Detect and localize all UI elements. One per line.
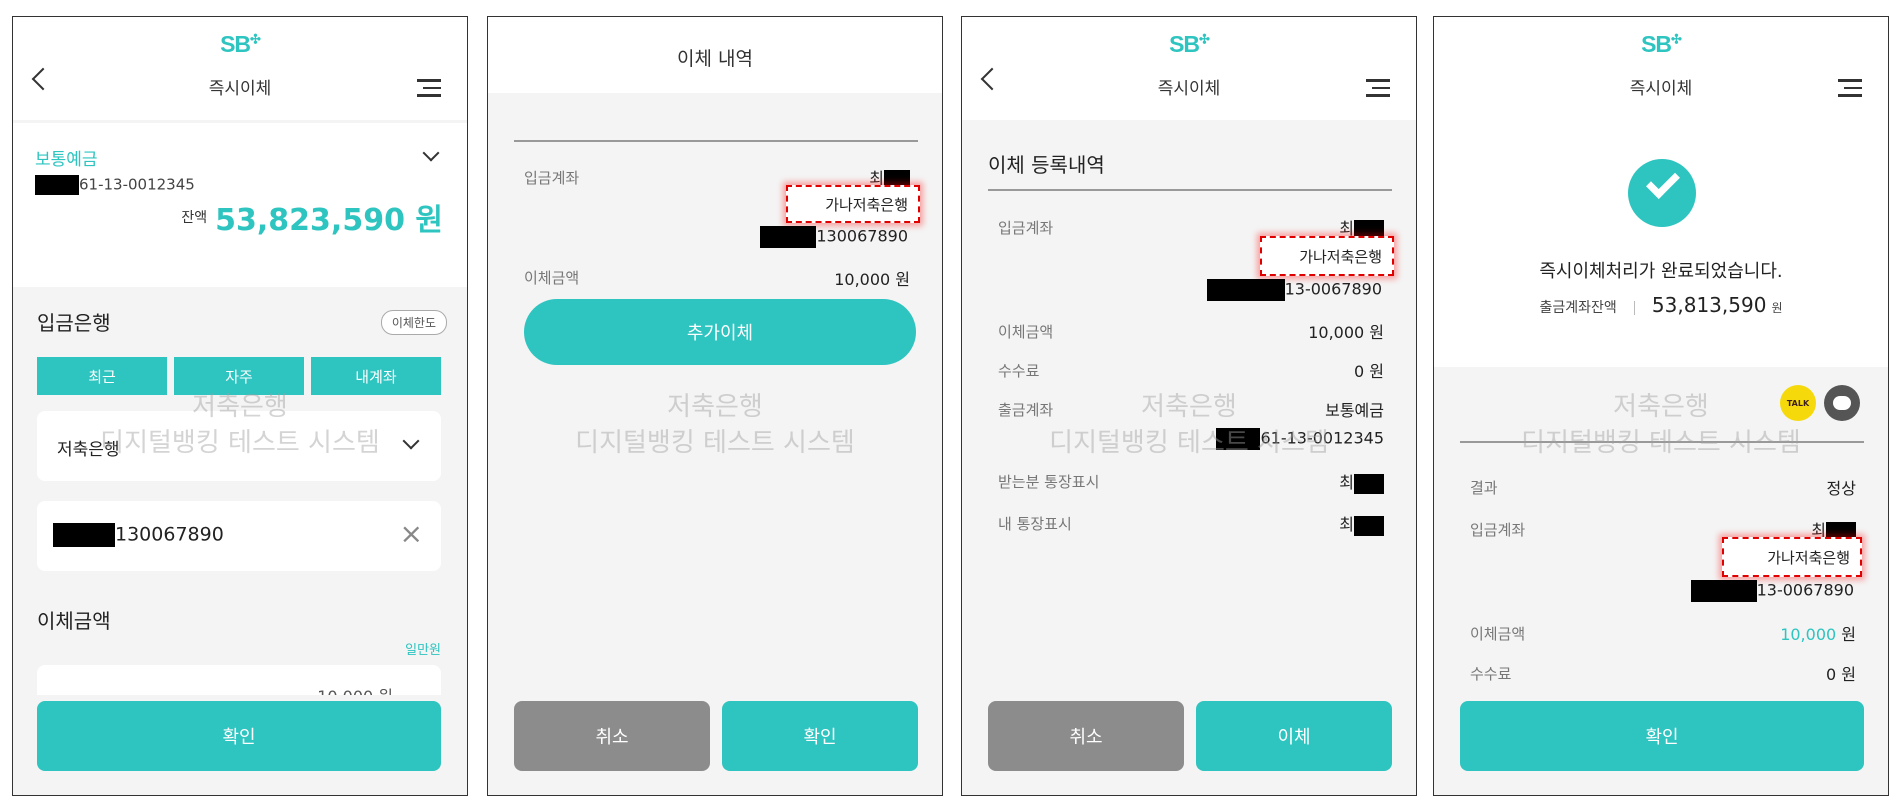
redacted-block — [760, 226, 817, 248]
watermark: 저축은행 디지털뱅킹 테스트 시스템 — [1521, 392, 1801, 458]
transfer-button[interactable]: 이체 — [1196, 701, 1392, 771]
amount-label: 이체금액 — [998, 323, 1054, 341]
watermark: 저축은행 디지털뱅킹 테스트 시스템 — [575, 392, 855, 458]
page-title: 즉시이체 — [1157, 79, 1221, 99]
hamburger-menu-icon[interactable] — [417, 79, 441, 102]
clear-close-icon[interactable]: × — [400, 517, 423, 550]
brand-logo: SB✣ — [220, 31, 261, 57]
tab-my-accounts[interactable]: 내계좌 — [311, 357, 441, 395]
divider — [1460, 441, 1864, 443]
completion-panel: SB✣ 즉시이체 즉시이체처리가 완료되었습니다. 출금계좌잔액 53,813,… — [1434, 17, 1888, 367]
withdraw-account-type: 보통예금 — [1325, 401, 1384, 420]
highlighted-bank-name: 가나저축은행 — [786, 185, 920, 223]
account-input[interactable]: 130067890 × — [37, 501, 441, 571]
tab-recent[interactable]: 최근 — [37, 357, 167, 395]
highlighted-bank-name: 가나저축은행 — [1722, 537, 1862, 577]
redacted-block — [53, 523, 115, 547]
hamburger-menu-icon[interactable] — [1366, 79, 1390, 102]
redacted-block — [1354, 473, 1384, 494]
divider — [514, 140, 918, 142]
page-title: 즉시이체 — [208, 79, 272, 99]
deposit-account-number: 13-0067890 — [1690, 580, 1854, 602]
redacted-block — [1354, 515, 1384, 536]
screen-transfer-complete: SB✣ 즉시이체 즉시이체처리가 완료되었습니다. 출금계좌잔액 53,813,… — [1433, 16, 1889, 796]
redacted-block — [1216, 428, 1261, 450]
my-memo-value: 최 — [1339, 511, 1384, 536]
balance: 잔액 53,823,590 원 — [181, 195, 443, 239]
account-summary: 보통예금 61-13-0012345 잔액 53,823,590 원 — [13, 123, 467, 287]
recipient-memo-value: 최 — [1339, 469, 1384, 494]
amount-value: 10,000 원 — [834, 270, 910, 289]
screen-transfer-input: SB✣ 즉시이체 보통예금 61-13-0012345 잔액 53,823,59… — [12, 16, 468, 796]
screen-transfer-list: 이체 내역 입금계좌 최 가나저축은행 130067890 이체금액 10,00… — [487, 16, 943, 796]
deposit-account-label: 입금계좌 — [1470, 521, 1526, 539]
page-title: 이체 내역 — [677, 48, 753, 70]
confirm-button[interactable]: 확인 — [1460, 701, 1864, 771]
amount-partial: 10,000 원 — [317, 683, 393, 695]
brand-logo: SB✣ — [1641, 31, 1682, 57]
confirm-button[interactable]: 확인 — [722, 701, 918, 771]
fee-label: 수수료 — [1470, 665, 1512, 683]
chevron-down-icon — [402, 432, 420, 450]
amount-label: 이체금액 — [37, 609, 111, 633]
account-number: 61-13-0012345 — [35, 175, 195, 195]
result-value: 정상 — [1826, 479, 1856, 498]
hamburger-menu-icon[interactable] — [1838, 79, 1862, 102]
header: SB✣ 즉시이체 — [962, 17, 1416, 120]
amount-value: 10,000 원 — [1308, 323, 1384, 342]
brand-logo: SB✣ — [1169, 31, 1210, 57]
kakao-talk-icon[interactable]: TALK — [1780, 385, 1816, 421]
bank-select[interactable]: 저축은행 — [37, 411, 441, 481]
add-transfer-button[interactable]: 추가이체 — [524, 299, 916, 365]
account-input-value: 130067890 — [53, 523, 224, 547]
cancel-button[interactable]: 취소 — [988, 701, 1184, 771]
chevron-down-icon[interactable] — [422, 144, 440, 162]
deposit-account-number: 130067890 — [760, 226, 908, 248]
my-memo-label: 내 통장표시 — [998, 515, 1072, 533]
redacted-block — [1690, 580, 1757, 602]
amount-input[interactable]: 10,000 원 — [37, 665, 441, 695]
fee-value: 0 원 — [1354, 362, 1384, 381]
withdraw-balance: 출금계좌잔액 53,813,590 원 — [1539, 293, 1783, 317]
confirm-button[interactable]: 확인 — [37, 701, 441, 771]
header: 이체 내역 — [488, 17, 942, 93]
deposit-account-label: 입금계좌 — [998, 219, 1054, 237]
amount-label: 이체금액 — [1470, 625, 1526, 643]
page-title: 즉시이체 — [1629, 79, 1693, 99]
fee-value: 0 원 — [1826, 665, 1856, 684]
result-label: 결과 — [1470, 479, 1498, 497]
amount-unit: 일만원 — [405, 643, 441, 658]
highlighted-bank-name: 가나저축은행 — [1260, 236, 1394, 276]
recipient-memo-label: 받는분 통장표시 — [998, 473, 1100, 491]
withdraw-account-number: 61-13-0012345 — [1216, 428, 1384, 450]
withdraw-account-label: 출금계좌 — [998, 401, 1054, 419]
fee-label: 수수료 — [998, 362, 1040, 380]
amount-value: 10,000 원 — [1780, 625, 1856, 644]
check-circle-icon — [1628, 159, 1696, 227]
chat-bubble-icon[interactable] — [1824, 385, 1860, 421]
balance-value: 53,813,590 — [1651, 293, 1767, 317]
redacted-block — [35, 175, 79, 195]
tab-frequent[interactable]: 자주 — [174, 357, 304, 395]
done-message: 즉시이체처리가 완료되었습니다. — [1539, 261, 1783, 282]
amount-label: 이체금액 — [524, 269, 580, 287]
balance-value: 53,823,590 원 — [215, 203, 443, 238]
deposit-account-number: 13-0067890 — [1206, 279, 1382, 301]
limit-badge[interactable]: 이체한도 — [380, 310, 447, 335]
header: SB✣ 즉시이체 — [13, 17, 467, 120]
divider — [988, 189, 1392, 191]
deposit-account-label: 입금계좌 — [524, 169, 580, 187]
screen-transfer-review: SB✣ 즉시이체 이체 등록내역 입금계좌 최 가나저축은행 13-006789… — [961, 16, 1417, 796]
cancel-button[interactable]: 취소 — [514, 701, 710, 771]
deposit-bank-label: 입금은행 — [37, 311, 111, 335]
account-type: 보통예금 — [35, 150, 98, 170]
redacted-block — [1206, 279, 1285, 301]
bank-select-value: 저축은행 — [57, 440, 120, 460]
section-title: 이체 등록내역 — [988, 153, 1105, 177]
